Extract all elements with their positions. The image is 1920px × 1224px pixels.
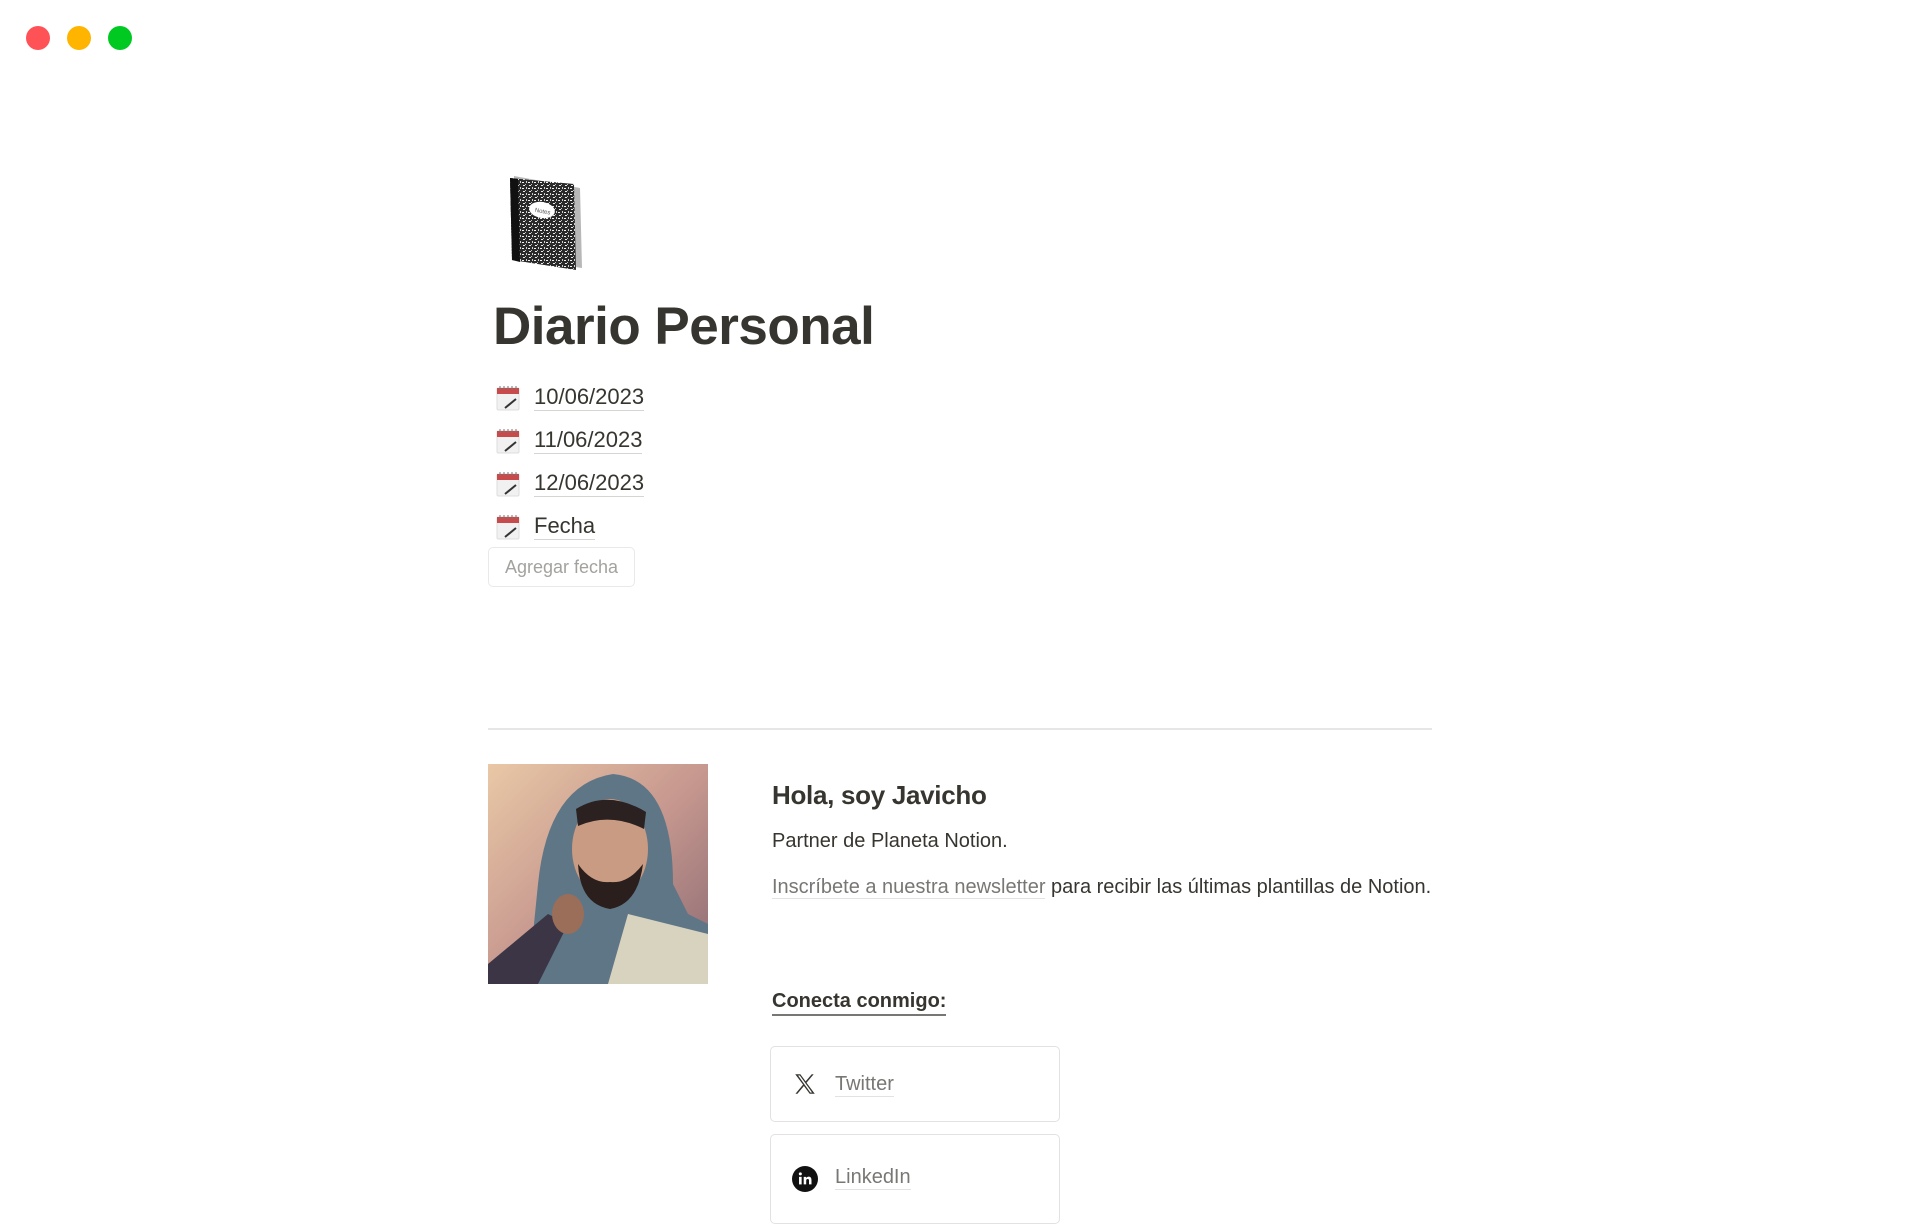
calendar-icon [496,471,520,496]
page-title[interactable]: Diario Personal [493,296,875,357]
divider [488,728,1432,730]
linkedin-link-card[interactable]: LinkedIn [770,1134,1060,1224]
date-link[interactable]: Fecha [534,513,596,540]
connect-heading: Conecta conmigo: [772,989,947,1016]
avatar [488,764,708,984]
x-twitter-icon [791,1070,819,1098]
newsletter-link[interactable]: Inscríbete a nuestra newsletter [772,876,1046,899]
calendar-icon [496,428,520,453]
date-link[interactable]: 11/06/2023 [534,427,643,454]
linkedin-icon [791,1165,819,1193]
author-role: Partner de Planeta Notion. [772,830,1008,852]
linkedin-label[interactable]: LinkedIn [835,1165,911,1190]
calendar-icon [496,514,520,539]
date-list: 10/06/2023 11/06/2023 12/06/2023 Fecha [496,376,645,548]
date-link[interactable]: 12/06/2023 [534,470,645,497]
date-entry[interactable]: 12/06/2023 [496,462,645,505]
newsletter-paragraph: Inscríbete a nuestra newsletter para rec… [772,871,1432,903]
close-window-button[interactable] [26,26,50,50]
date-entry[interactable]: 10/06/2023 [496,376,645,419]
calendar-icon [496,385,520,410]
date-entry[interactable]: 11/06/2023 [496,419,644,462]
newsletter-text: para recibir las últimas plantillas de N… [1045,876,1432,898]
twitter-label[interactable]: Twitter [835,1072,894,1097]
author-heading: Hola, soy Javicho [772,780,987,810]
author-bio: Hola, soy Javicho Partner de Planeta Not… [772,780,1432,903]
minimize-window-button[interactable] [67,26,91,50]
notebook-icon[interactable]: Notes [504,172,588,272]
twitter-link-card[interactable]: Twitter [770,1046,1060,1122]
date-entry[interactable]: Fecha [496,505,644,548]
window-controls [26,26,132,50]
date-link[interactable]: 10/06/2023 [534,384,645,411]
maximize-window-button[interactable] [108,26,132,50]
add-date-button[interactable]: Agregar fecha [488,547,636,587]
